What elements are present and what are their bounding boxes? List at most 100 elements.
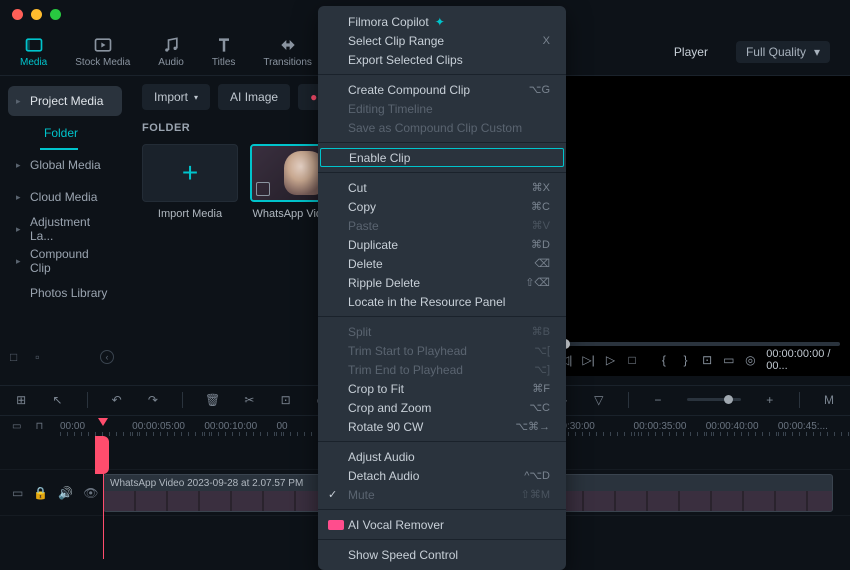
zoom-handle[interactable]: [724, 395, 733, 404]
menu-item-copy[interactable]: Copy⌘C: [318, 197, 566, 216]
zoom-slider[interactable]: [687, 398, 741, 401]
sidebar-item-cloud-media[interactable]: ▸Cloud Media: [8, 182, 122, 212]
sidebar-item-photos-library[interactable]: Photos Library: [8, 278, 122, 308]
transitions-icon: [278, 35, 298, 55]
zoom-out-button[interactable]: −: [651, 392, 665, 408]
menu-item-rotate-90-cw[interactable]: Rotate 90 CW⌥⌘→: [318, 417, 566, 436]
menu-item-detach-audio[interactable]: Detach Audio^⌥D: [318, 466, 566, 485]
volume-icon[interactable]: 🔊: [58, 486, 73, 500]
menu-item-cut[interactable]: Cut⌘X: [318, 178, 566, 197]
media-icon: [24, 35, 44, 55]
tab-audio[interactable]: Audio: [158, 35, 184, 68]
minimize-window-button[interactable]: [31, 9, 42, 20]
undo-button[interactable]: ↶: [109, 392, 123, 408]
sidebar-item-folder[interactable]: Folder: [0, 118, 130, 148]
close-window-button[interactable]: [12, 9, 23, 20]
tab-stock-media[interactable]: Stock Media: [75, 35, 130, 68]
tab-media[interactable]: Media: [20, 35, 47, 68]
ruler-tick: 00:00: [60, 421, 132, 432]
window-controls: [12, 9, 61, 20]
menu-item-ai-vocal-remover[interactable]: AI Vocal Remover: [318, 515, 566, 534]
menu-item-filmora-copilot[interactable]: Filmora Copilot ✦: [318, 12, 566, 31]
ai-badge-icon: [328, 520, 344, 530]
menu-item-editing-timeline: Editing Timeline: [318, 99, 566, 118]
play-button[interactable]: ▷: [605, 353, 617, 367]
sidebar: ▸Project Media Folder ▸Global Media ▸Clo…: [0, 76, 130, 376]
sidebar-item-project-media[interactable]: ▸Project Media: [8, 86, 122, 116]
menu-item-trim-end-to-playhead: Trim End to Playhead⌥]: [318, 360, 566, 379]
menu-item-ripple-delete[interactable]: Ripple Delete⇧⌫: [318, 273, 566, 292]
quality-dropdown[interactable]: Full Quality ▾: [736, 41, 830, 63]
import-button[interactable]: Import▾: [142, 84, 210, 110]
stop-button[interactable]: □: [626, 353, 638, 367]
ai-image-button[interactable]: AI Image: [218, 84, 290, 110]
player-label: Player: [674, 45, 708, 59]
chevron-right-icon: ▸: [16, 192, 21, 203]
ruler-tick: 00:00:35:00: [634, 421, 706, 432]
new-bin-icon[interactable]: ▫: [35, 350, 39, 364]
collapse-sidebar-button[interactable]: ‹: [100, 350, 114, 364]
menu-item-create-compound-clip[interactable]: Create Compound Clip⌥G: [318, 80, 566, 99]
film-icon: [256, 182, 270, 196]
video-track-icon[interactable]: ▭: [12, 486, 23, 500]
bracket-close-icon[interactable]: }: [680, 353, 692, 367]
preview-scrubber[interactable]: [560, 342, 840, 346]
new-folder-icon[interactable]: □: [10, 350, 17, 364]
zoom-in-button[interactable]: +: [763, 392, 777, 408]
marker-icon[interactable]: ▽: [592, 392, 606, 408]
pointer-icon[interactable]: ↖: [50, 392, 64, 408]
record-dot-icon: ●: [310, 90, 317, 104]
menu-item-locate-in-the-resource-panel[interactable]: Locate in the Resource Panel: [318, 292, 566, 311]
sidebar-item-global-media[interactable]: ▸Global Media: [8, 150, 122, 180]
ruler-tick: 00:00:40:00: [706, 421, 778, 432]
lock-icon[interactable]: 🔒: [33, 486, 48, 500]
tab-transitions[interactable]: Transitions: [263, 35, 312, 68]
ruler-tick: 0:30:00: [561, 421, 633, 432]
crop-icon[interactable]: ⊡: [701, 353, 713, 367]
redo-button[interactable]: ↷: [146, 392, 160, 408]
audio-icon: [161, 35, 181, 55]
menu-item-show-speed-control[interactable]: Show Speed Control: [318, 545, 566, 564]
chevron-right-icon: ▸: [16, 96, 21, 107]
menu-item-export-selected-clips[interactable]: Export Selected Clips: [318, 50, 566, 69]
maximize-window-button[interactable]: [50, 9, 61, 20]
menu-item-adjust-audio[interactable]: Adjust Audio: [318, 447, 566, 466]
chevron-right-icon: ▸: [16, 256, 21, 267]
menu-item-mute: ✓Mute⇧⌘M: [318, 485, 566, 504]
chevron-right-icon: ▸: [16, 160, 21, 171]
delete-button[interactable]: 🗑: [205, 392, 220, 408]
bracket-open-icon[interactable]: {: [658, 353, 670, 367]
sidebar-item-compound-clip[interactable]: ▸Compound Clip: [8, 246, 122, 276]
crop-button[interactable]: ⊡: [279, 392, 293, 408]
ruler-tick: 00:00:10:00: [204, 421, 276, 432]
display-icon[interactable]: ▭: [723, 353, 735, 367]
tab-titles[interactable]: Titles: [212, 35, 236, 68]
track-view-icon[interactable]: ▭: [12, 421, 21, 432]
menu-item-select-clip-range[interactable]: Select Clip RangeX: [318, 31, 566, 50]
split-button[interactable]: ✂: [242, 392, 256, 408]
grid-icon[interactable]: ⊞: [14, 392, 28, 408]
marker-m-icon[interactable]: M: [822, 392, 836, 408]
menu-item-split: Split⌘B: [318, 322, 566, 341]
chevron-down-icon: ▾: [194, 93, 198, 102]
play-pause-button[interactable]: ▷|: [582, 353, 594, 367]
stock-media-icon: [93, 35, 113, 55]
snapshot-icon[interactable]: ◎: [745, 353, 757, 367]
preview-time: 00:00:00:00 / 00...: [766, 348, 840, 372]
menu-item-enable-clip[interactable]: Enable Clip: [320, 148, 564, 167]
menu-item-crop-to-fit[interactable]: Crop to Fit⌘F: [318, 379, 566, 398]
menu-item-duplicate[interactable]: Duplicate⌘D: [318, 235, 566, 254]
titles-icon: [214, 35, 234, 55]
menu-item-crop-and-zoom[interactable]: Crop and Zoom⌥C: [318, 398, 566, 417]
clip-handle[interactable]: [95, 436, 109, 474]
menu-item-trim-start-to-playhead: Trim Start to Playhead⌥[: [318, 341, 566, 360]
import-media-tile[interactable]: + Import Media: [142, 144, 238, 220]
magnet-icon[interactable]: ⊓: [35, 421, 43, 432]
ruler-tick: 00:00:05:00: [132, 421, 204, 432]
playhead[interactable]: [103, 440, 104, 559]
sidebar-footer: □ ▫: [10, 350, 40, 364]
preview-controls: ◁| ▷| ▷ □ { } ⊡ ▭ ◎ 00:00:00:00 / 00...: [560, 348, 840, 372]
menu-item-delete[interactable]: Delete⌫: [318, 254, 566, 273]
menu-item-paste: Paste⌘V: [318, 216, 566, 235]
sidebar-item-adjustment-layer[interactable]: ▸Adjustment La...: [8, 214, 122, 244]
